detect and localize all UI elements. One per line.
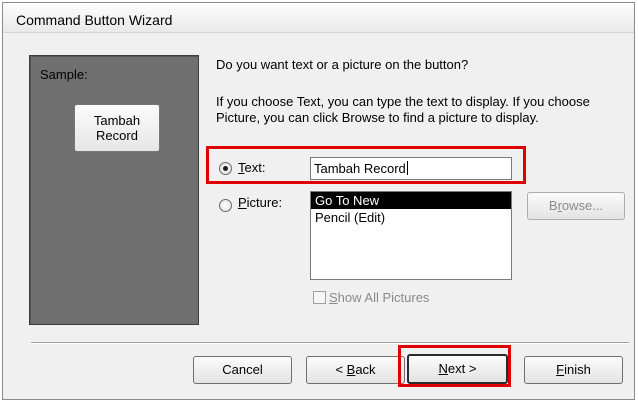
- show-all-pictures-checkbox[interactable]: [313, 291, 326, 304]
- explanation-text: If you choose Text, you can type the tex…: [216, 94, 590, 125]
- sample-button-line1: Tambah: [93, 113, 141, 128]
- question-text: Do you want text or a picture on the but…: [216, 57, 469, 72]
- browse-label-post: owse...: [561, 198, 604, 213]
- picture-option-label[interactable]: Picture:: [238, 195, 282, 210]
- finish-label-post: inish: [564, 362, 591, 377]
- browse-button[interactable]: Browse...: [527, 192, 625, 220]
- picture-listbox[interactable]: Go To New Pencil (Edit): [310, 191, 512, 280]
- finish-button[interactable]: Finish: [524, 356, 623, 384]
- footer-separator: [31, 342, 629, 344]
- next-button-highlight-box: [398, 345, 511, 387]
- back-label-pre: <: [335, 362, 347, 377]
- picture-accel-key: P: [238, 195, 247, 210]
- show-all-pictures-label[interactable]: Show All Pictures: [329, 290, 429, 305]
- window-title: Command Button Wizard: [16, 12, 173, 28]
- sample-label: Sample:: [40, 67, 88, 82]
- list-item-pencil-edit[interactable]: Pencil (Edit): [311, 209, 511, 226]
- picture-radio-button[interactable]: [219, 199, 232, 212]
- sample-button-preview: Tambah Record: [74, 104, 160, 152]
- finish-accel-key: F: [556, 362, 565, 377]
- browse-label-pre: B: [548, 198, 558, 213]
- cancel-button[interactable]: Cancel: [193, 356, 292, 384]
- sample-button-line2: Record: [96, 128, 138, 143]
- text-option-highlight-box: [206, 146, 526, 184]
- command-button-wizard-window: Command Button Wizard Sample: Tambah Rec…: [2, 2, 635, 400]
- show-all-label-rest: how All Pictures: [337, 290, 430, 305]
- show-all-accel-key: S: [329, 290, 338, 305]
- list-item-go-to-new[interactable]: Go To New: [311, 192, 511, 209]
- back-button[interactable]: < Back: [306, 356, 405, 384]
- back-label-post: ack: [355, 362, 376, 377]
- sample-panel: Sample: Tambah Record: [29, 55, 199, 325]
- title-bar[interactable]: Command Button Wizard: [3, 3, 634, 33]
- picture-label-rest: icture:: [246, 195, 283, 210]
